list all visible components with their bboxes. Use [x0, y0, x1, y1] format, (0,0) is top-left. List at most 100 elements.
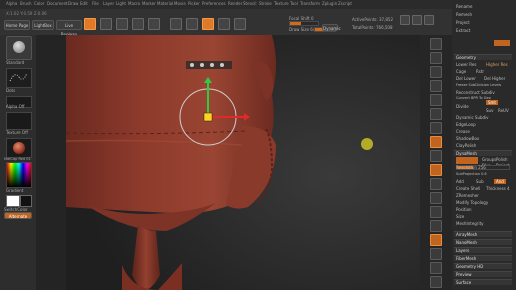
nanomesh-header[interactable]: NanoMesh: [454, 239, 512, 245]
persp-icon[interactable]: [430, 122, 442, 134]
layers-header[interactable]: Layers: [454, 247, 512, 253]
menu-item[interactable]: Texture: [274, 1, 289, 6]
menu-item[interactable]: Layer: [103, 1, 114, 6]
menu-item[interactable]: Brush: [20, 1, 32, 6]
stroke-thumbnail[interactable]: [6, 68, 32, 88]
dynamesh-button[interactable]: [456, 157, 478, 164]
sub-button[interactable]: Sub: [476, 179, 484, 184]
sculpt-model[interactable]: [66, 35, 420, 290]
size-button[interactable]: Size: [456, 214, 464, 219]
transp-icon[interactable]: [430, 248, 442, 260]
scale-tool-icon[interactable]: [132, 18, 144, 30]
menu-item[interactable]: Alpha: [6, 1, 17, 6]
bpr-icon[interactable]: [430, 38, 442, 50]
geometry-header[interactable]: Geometry: [454, 54, 512, 60]
reuv-button[interactable]: ReUV: [498, 108, 509, 113]
secondary-color-swatch[interactable]: [20, 195, 32, 207]
floor-icon[interactable]: [424, 15, 434, 25]
menu-item[interactable]: Stroke: [259, 1, 272, 6]
higher-res-button[interactable]: Higher Res: [486, 62, 508, 67]
menu-item[interactable]: Material: [157, 1, 173, 6]
local-symmetry-icon[interactable]: [430, 150, 442, 162]
scroll-icon[interactable]: [430, 66, 442, 78]
arraymesh-header[interactable]: ArrayMesh: [454, 231, 512, 237]
lightbox-button[interactable]: LightBox: [32, 20, 54, 30]
spix-icon[interactable]: [430, 52, 442, 64]
menu-item[interactable]: Transform: [300, 1, 320, 6]
divide-button[interactable]: Divide: [456, 104, 469, 109]
scale-view-icon[interactable]: [430, 206, 442, 218]
zsub-icon[interactable]: [218, 18, 230, 30]
mrgb-icon[interactable]: [170, 18, 182, 30]
suv-toggle[interactable]: Suv: [486, 108, 493, 113]
dynamic-button[interactable]: Dynamic: [322, 24, 341, 31]
color-picker[interactable]: [6, 162, 32, 188]
zadd-icon[interactable]: [202, 18, 214, 30]
lower-res-button[interactable]: Lower Res: [456, 62, 476, 67]
menu-item[interactable]: File: [92, 1, 99, 6]
claypolish-button[interactable]: ClayPolish: [456, 143, 476, 148]
floor-grid-icon[interactable]: [430, 136, 442, 148]
zoom-icon[interactable]: [400, 15, 410, 25]
meshintegrity-button[interactable]: MeshIntegrity: [456, 221, 484, 226]
del-higher-button[interactable]: Del Higher: [484, 76, 505, 81]
position-button[interactable]: Position: [456, 207, 472, 212]
rgb-icon[interactable]: [186, 18, 198, 30]
subprojection-label[interactable]: SubProjection 0.6: [456, 172, 487, 176]
zcut-icon[interactable]: [234, 18, 246, 30]
menu-item[interactable]: Macro: [128, 1, 140, 6]
alternate-button[interactable]: Alternate: [4, 212, 32, 219]
reconstruct-subdiv-button[interactable]: Reconstruct Subdiv: [456, 90, 495, 95]
live-boolean-button[interactable]: Live Boolean: [56, 20, 82, 37]
frame-view-icon[interactable]: [430, 178, 442, 190]
menu-item[interactable]: Edit: [80, 1, 88, 6]
menu-item[interactable]: Stencil: [243, 1, 257, 6]
frame-icon[interactable]: [412, 15, 422, 25]
xpose-icon[interactable]: [430, 276, 442, 288]
gizmo-center[interactable]: [203, 112, 213, 122]
edgeloop-button[interactable]: EdgeLoop: [456, 122, 476, 127]
edit-tool-icon[interactable]: [84, 18, 96, 30]
freeze-subdiv-button[interactable]: Freeze SubDivision Levels: [456, 83, 501, 87]
draw-tool-icon[interactable]: [100, 18, 112, 30]
fibermesh-header[interactable]: FiberMesh: [454, 255, 512, 261]
menu-item[interactable]: Document: [47, 1, 68, 6]
preview-header[interactable]: Preview: [454, 271, 512, 277]
gxyz-icon[interactable]: [430, 164, 442, 176]
rename-button[interactable]: Rename: [456, 4, 472, 9]
menu-item[interactable]: Draw: [68, 1, 78, 6]
menu-item[interactable]: Marker: [142, 1, 156, 6]
menu-item[interactable]: Picker: [188, 1, 200, 6]
dynamesh-header[interactable]: DynaMesh: [454, 150, 512, 156]
menu-item[interactable]: Zscript: [338, 1, 352, 6]
brush-thumbnail[interactable]: [6, 36, 32, 60]
move-view-icon[interactable]: [430, 192, 442, 204]
menu-item[interactable]: Light: [116, 1, 126, 6]
groups-toggle[interactable]: Groups: [482, 157, 496, 162]
shadowbox-button[interactable]: ShadowBox: [456, 136, 479, 141]
accept-button[interactable]: [494, 40, 510, 46]
viewport-canvas[interactable]: [66, 35, 420, 290]
add-button[interactable]: Add: [456, 179, 464, 184]
cage-button[interactable]: Cage: [456, 69, 466, 74]
dynamic-subdiv-button[interactable]: Dynamic Subdiv: [456, 115, 489, 120]
home-page-button[interactable]: Home Page: [4, 20, 30, 30]
surface-header[interactable]: Surface: [454, 279, 512, 285]
actual-icon[interactable]: [430, 94, 442, 106]
modify-topology-button[interactable]: Modify Topology: [456, 200, 488, 205]
main-color-swatch[interactable]: [6, 195, 20, 207]
zremesher-button[interactable]: ZRemesher: [456, 193, 479, 198]
rstr-button[interactable]: Rstr: [476, 69, 484, 74]
move-tool-icon[interactable]: [116, 18, 128, 30]
texture-thumbnail[interactable]: [6, 112, 32, 130]
polyframe-icon[interactable]: [430, 234, 442, 246]
material-thumbnail[interactable]: [6, 138, 32, 158]
create-shell-button[interactable]: Create Shell: [456, 186, 480, 191]
menu-item[interactable]: Zplugin: [322, 1, 337, 6]
thickness-slider[interactable]: Thickness 4: [486, 186, 510, 191]
menu-item[interactable]: Movie: [174, 1, 186, 6]
crease-button[interactable]: Crease: [456, 129, 470, 134]
menu-item[interactable]: Color: [34, 1, 44, 6]
and-button[interactable]: And: [494, 179, 506, 184]
remesh-button[interactable]: Remesh: [456, 12, 472, 17]
